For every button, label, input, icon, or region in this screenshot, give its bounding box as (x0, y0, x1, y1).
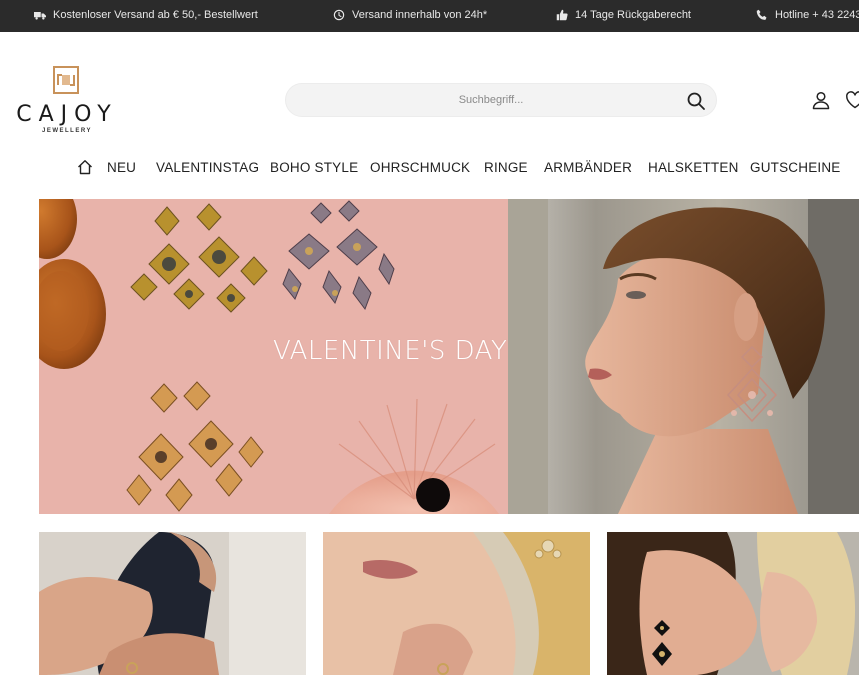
phone-icon (756, 9, 767, 20)
nav-item-halsketten[interactable]: HALSKETTEN (648, 160, 739, 175)
model-portrait (508, 199, 859, 514)
main-navigation: NEU VALENTINSTAG BOHO STYLE OHRSCHMUCK R… (0, 158, 859, 180)
top-info-bar: Kostenloser Versand ab € 50,- Bestellwer… (0, 0, 859, 32)
nav-item-ohrschmuck[interactable]: OHRSCHMUCK (370, 160, 470, 175)
nav-item-boho-style[interactable]: BOHO STYLE (270, 160, 358, 175)
category-tile-1[interactable] (39, 532, 306, 675)
shipping-text: Kostenloser Versand ab € 50,- Bestellwer… (53, 9, 258, 21)
tile-2-image (323, 532, 590, 675)
search-input[interactable] (306, 84, 676, 116)
shipping-info: Kostenloser Versand ab € 50,- Bestellwer… (34, 9, 258, 21)
nav-item-neu[interactable]: NEU (107, 160, 136, 175)
nav-item-armbaender[interactable]: ARMBÄNDER (544, 160, 632, 175)
nav-item-valentinstag[interactable]: VALENTINSTAG (156, 160, 259, 175)
delivery-info: Versand innerhalb von 24h* (333, 9, 487, 21)
logo-mark-icon (53, 66, 79, 94)
hotline-info[interactable]: Hotline + 43 2243 2 (756, 9, 859, 21)
category-tile-3[interactable] (607, 532, 859, 675)
hero-title: VALENTINE'S DAY (273, 336, 508, 366)
nav-item-gutscheine[interactable]: GUTSCHEINE (750, 160, 841, 175)
hero-banner[interactable]: VALENTINE'S DAY (39, 199, 859, 514)
return-text: 14 Tage Rückgaberecht (575, 9, 691, 21)
thumbs-up-icon (556, 9, 568, 21)
search-icon[interactable] (686, 91, 706, 111)
brand-logo[interactable]: CAJOY JEWELLERY (8, 66, 126, 138)
brand-name: CAJOY (16, 102, 118, 127)
hotline-text[interactable]: Hotline + 43 2243 2 (775, 9, 859, 21)
search-bar (285, 83, 717, 117)
clock-icon (333, 9, 345, 21)
heart-icon[interactable] (845, 90, 859, 110)
tile-3-image (607, 532, 859, 675)
tile-1-image (39, 532, 306, 675)
hero-earrings-image: VALENTINE'S DAY (39, 199, 508, 514)
hero-model-image (508, 199, 859, 514)
truck-icon (34, 12, 46, 20)
user-icon[interactable] (811, 90, 831, 110)
category-tile-2[interactable] (323, 532, 590, 675)
nav-item-ringe[interactable]: RINGE (484, 160, 528, 175)
brand-tagline: JEWELLERY (42, 128, 92, 134)
delivery-text: Versand innerhalb von 24h* (352, 9, 488, 21)
home-icon[interactable] (77, 159, 93, 175)
return-info: 14 Tage Rückgaberecht (556, 9, 691, 21)
